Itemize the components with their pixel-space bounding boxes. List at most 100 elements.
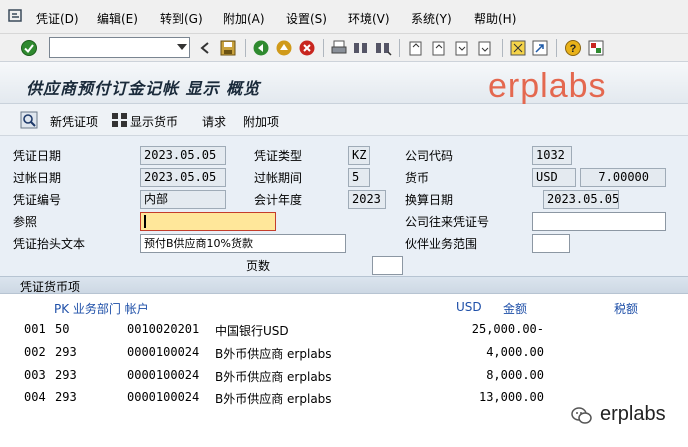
row-account: 0000100024 xyxy=(127,345,200,359)
column-header-pk-dept-account: PK 业务部门 帐户 xyxy=(54,302,149,316)
doc-number-label: 凭证编号 xyxy=(13,193,62,207)
row-amount: 13,000.00 xyxy=(478,390,544,404)
row-item-number: 003 xyxy=(24,368,46,382)
application-toolbar: 新凭证项 显示货币 请求 附加项 xyxy=(0,104,688,136)
menu-help[interactable]: 帮助(H) xyxy=(474,10,516,27)
items-section-title: 凭证货币项 xyxy=(20,280,81,294)
show-currency-button[interactable]: 显示货币 xyxy=(130,113,178,130)
currency-icon xyxy=(112,113,127,127)
row-account: 0000100024 xyxy=(127,368,200,382)
enter-icon[interactable] xyxy=(20,39,38,57)
doc-type-field[interactable]: KZ xyxy=(348,146,370,165)
pages-label: 页数 xyxy=(246,259,271,273)
row-account-name: 中国银行USD xyxy=(215,324,289,338)
doc-number-field[interactable]: 内部 xyxy=(140,190,226,209)
doc-type-label: 凭证类型 xyxy=(254,149,303,163)
row-account-name: B外币供应商 erplabs xyxy=(215,370,332,384)
command-field[interactable] xyxy=(49,37,190,58)
column-header-amount: 金额 xyxy=(503,302,528,316)
footer-watermark-text: erplabs xyxy=(600,403,666,425)
posting-date-label: 过帐日期 xyxy=(13,171,62,185)
fiscal-year-label: 会计年度 xyxy=(254,193,303,207)
row-account: 0000100024 xyxy=(127,390,200,404)
document-header-form: 凭证日期 2023.05.05 凭证类型 KZ 公司代码 1032 过帐日期 2… xyxy=(0,136,688,276)
header-text-field[interactable]: 预付B供应商10%货款 xyxy=(140,234,346,253)
system-menu-icon[interactable] xyxy=(8,8,24,24)
period-label: 过帐期间 xyxy=(254,171,303,185)
title-bar: 供应商预付订金记帐 显示 概览 erplabs xyxy=(0,62,688,105)
doc-date-label: 凭证日期 xyxy=(13,149,62,163)
row-item-number: 001 xyxy=(24,322,46,336)
intercompany-label: 公司往来凭证号 xyxy=(405,215,490,229)
svg-text:?: ? xyxy=(570,43,577,55)
row-item-number: 004 xyxy=(24,390,46,404)
print-icon[interactable] xyxy=(330,39,348,57)
last-page-icon[interactable] xyxy=(476,39,494,57)
reference-field[interactable] xyxy=(140,212,276,231)
row-posting-key: 293 xyxy=(55,345,77,359)
standard-toolbar: ? xyxy=(0,34,688,62)
request-button[interactable]: 请求 xyxy=(202,113,226,130)
row-account-name: B外币供应商 erplabs xyxy=(215,392,332,406)
column-header-tax: 税额 xyxy=(614,302,639,316)
back-icon[interactable] xyxy=(252,39,270,57)
row-amount: 8,000.00 xyxy=(486,368,544,382)
cancel-icon[interactable] xyxy=(298,39,316,57)
menu-system[interactable]: 系统(Y) xyxy=(411,10,452,27)
customize-icon[interactable] xyxy=(587,39,605,57)
row-posting-key: 50 xyxy=(55,322,70,336)
prev-page-icon[interactable] xyxy=(430,39,448,57)
exchange-rate-field[interactable]: 7.00000 xyxy=(580,168,666,187)
row-posting-key: 293 xyxy=(55,390,77,404)
watermark-text: erplabs xyxy=(488,67,607,105)
row-account-name: B外币供应商 erplabs xyxy=(215,347,332,361)
partner-ba-field[interactable] xyxy=(532,234,570,253)
column-header-currency: USD xyxy=(456,300,482,314)
find-icon[interactable] xyxy=(352,39,370,57)
header-text-label: 凭证抬头文本 xyxy=(13,237,86,251)
menu-settings[interactable]: 设置(S) xyxy=(286,10,327,27)
intercompany-field[interactable] xyxy=(532,212,666,231)
doc-date-field[interactable]: 2023.05.05 xyxy=(140,146,226,165)
back-arrow-icon[interactable] xyxy=(197,39,215,57)
overview-icon[interactable] xyxy=(20,111,38,129)
menu-goto[interactable]: 转到(G) xyxy=(160,10,203,27)
row-posting-key: 293 xyxy=(55,368,77,382)
text-cursor xyxy=(144,215,146,228)
extras-button[interactable]: 附加项 xyxy=(243,113,279,130)
menu-edit[interactable]: 编辑(E) xyxy=(97,10,138,27)
row-amount: 4,000.00 xyxy=(486,345,544,359)
menu-extras[interactable]: 附加(A) xyxy=(223,10,265,27)
partner-ba-label: 伙伴业务范围 xyxy=(405,237,478,251)
company-code-label: 公司代码 xyxy=(405,149,454,163)
translation-date-label: 换算日期 xyxy=(405,193,454,207)
currency-field[interactable]: USD xyxy=(532,168,576,187)
fiscal-year-field[interactable]: 2023 xyxy=(348,190,386,209)
currency-label: 货币 xyxy=(405,171,430,185)
period-field[interactable]: 5 xyxy=(348,168,370,187)
reference-label: 参照 xyxy=(13,215,38,229)
company-code-field[interactable]: 1032 xyxy=(532,146,572,165)
exit-icon[interactable] xyxy=(275,39,293,57)
new-doc-item-button[interactable]: 新凭证项 xyxy=(50,113,98,130)
row-item-number: 002 xyxy=(24,345,46,359)
save-icon[interactable] xyxy=(219,39,237,57)
find-next-icon[interactable] xyxy=(374,39,392,57)
help-icon[interactable]: ? xyxy=(564,39,582,57)
create-session-icon[interactable] xyxy=(509,39,527,57)
shortcut-icon[interactable] xyxy=(531,39,549,57)
page-title: 供应商预付订金记帐 显示 概览 xyxy=(26,79,261,98)
row-amount: 25,000.00- xyxy=(471,322,544,336)
next-page-icon[interactable] xyxy=(453,39,471,57)
menu-document[interactable]: 凭证(D) xyxy=(36,10,79,27)
chevron-down-icon[interactable] xyxy=(177,44,187,50)
pages-field[interactable] xyxy=(372,256,403,275)
posting-date-field[interactable]: 2023.05.05 xyxy=(140,168,226,187)
menu-environment[interactable]: 环境(V) xyxy=(348,10,390,27)
wechat-logo-icon xyxy=(571,407,592,424)
items-section-header: 凭证货币项 xyxy=(0,276,688,294)
menu-bar: 凭证(D) 编辑(E) 转到(G) 附加(A) 设置(S) 环境(V) 系统(Y… xyxy=(0,0,688,34)
translation-date-field[interactable]: 2023.05.05 xyxy=(543,190,619,209)
first-page-icon[interactable] xyxy=(407,39,425,57)
row-account: 0010020201 xyxy=(127,322,200,336)
